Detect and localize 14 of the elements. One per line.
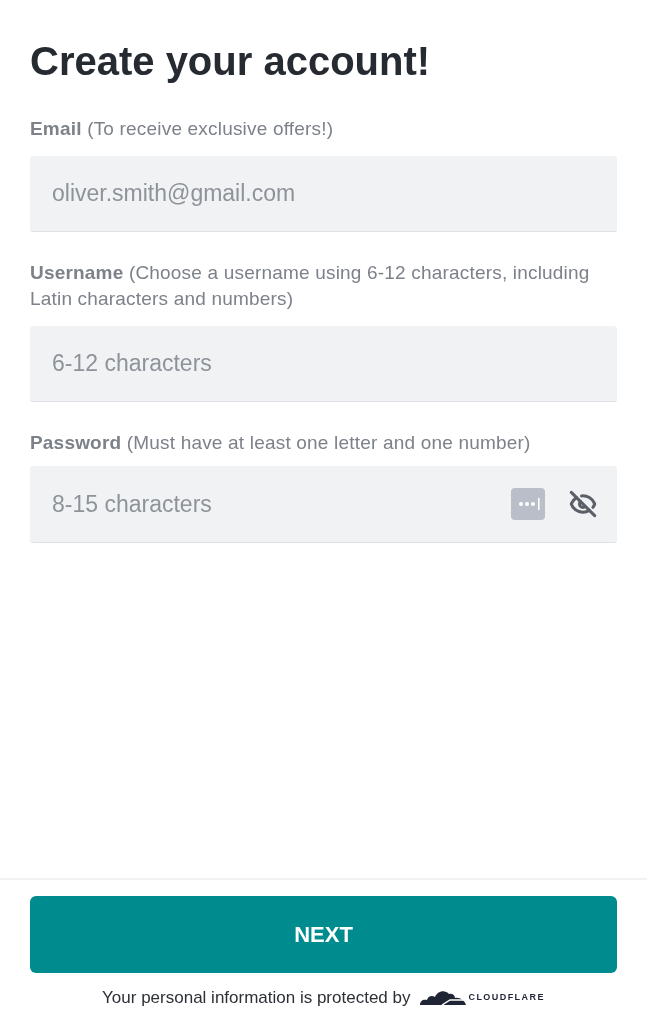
password-field[interactable]: 8-15 characters [30, 466, 617, 543]
page-title: Create your account! [30, 38, 432, 84]
password-input[interactable]: 8-15 characters [52, 486, 503, 522]
field-label: Email (To receive exclusive offers!) [30, 117, 335, 141]
field-label: Password (Must have at least one letter and one number) [30, 431, 532, 455]
password-dots-icon[interactable] [511, 488, 545, 520]
cloud-logo-icon [420, 989, 467, 1006]
field-label: Username (Choose a username using 6-12 characters, including Latin characters and numbers) [30, 261, 591, 311]
logo-wordmark: CLOUDFLARE [468, 992, 545, 1002]
footer-text: Your personal information is protected by [102, 986, 411, 1009]
eye-off-icon[interactable] [567, 490, 599, 518]
next-button[interactable]: NEXT [30, 895, 617, 973]
input-field[interactable]: oliver.smith@gmail.com [30, 156, 617, 232]
input-field[interactable]: 6-12 characters [30, 326, 617, 402]
